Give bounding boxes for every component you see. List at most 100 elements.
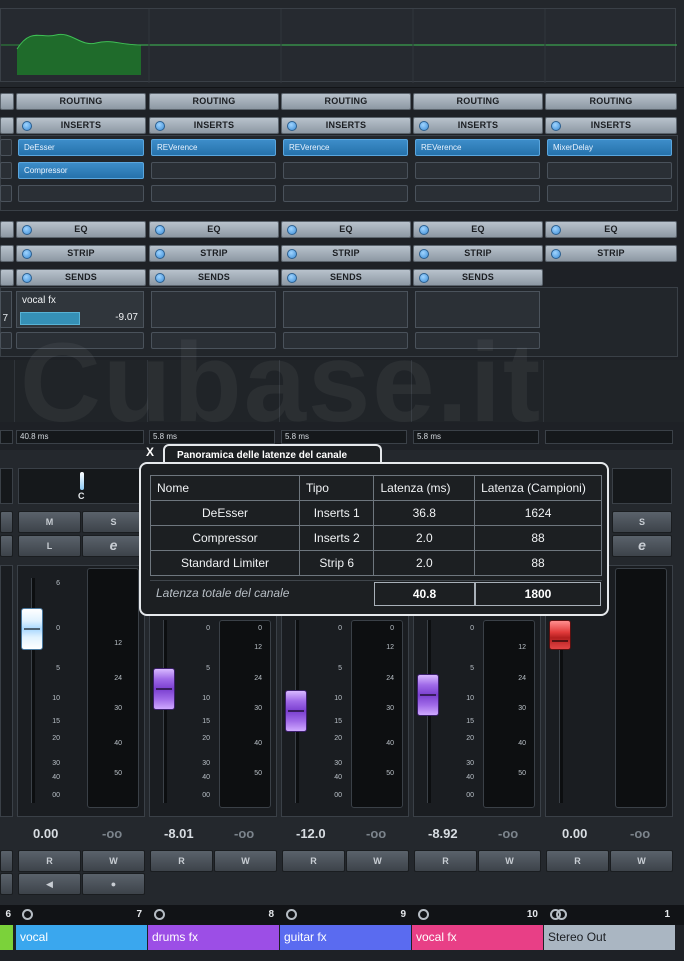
channel-name-vocal[interactable]: vocal xyxy=(16,925,147,950)
insert-slot-compressor[interactable]: Compressor xyxy=(18,162,144,179)
eq-header-3[interactable]: EQ xyxy=(281,221,411,238)
fader-value-vocalfx[interactable]: -8.92 xyxy=(428,826,458,841)
pan-control-stereo[interactable] xyxy=(612,468,672,504)
insert-slot[interactable] xyxy=(547,185,672,202)
insert-slot[interactable] xyxy=(0,185,12,202)
read-button[interactable]: R xyxy=(282,850,345,872)
strip-header-3[interactable]: STRIP xyxy=(281,245,411,262)
routing-header-5[interactable]: ROUTING xyxy=(545,93,677,110)
bypass-icon[interactable] xyxy=(22,225,32,235)
bypass-icon[interactable] xyxy=(287,121,297,131)
channel-name-vocal-fx[interactable]: vocal fx xyxy=(412,925,543,950)
solo-button[interactable]: S xyxy=(82,511,145,533)
inserts-header-5[interactable]: INSERTS xyxy=(545,117,677,134)
edit-button[interactable]: e xyxy=(82,535,145,557)
sends-header-0[interactable] xyxy=(0,269,14,286)
read-button-left[interactable] xyxy=(0,850,13,872)
strip-header-1[interactable]: STRIP xyxy=(16,245,146,262)
fader-value-stereo[interactable]: 0.00 xyxy=(562,826,587,841)
fader-handle[interactable] xyxy=(153,668,175,710)
fader-value-vocal[interactable]: 0.00 xyxy=(33,826,58,841)
insert-slot[interactable] xyxy=(151,162,276,179)
bypass-icon[interactable] xyxy=(419,273,429,283)
routing-header-1[interactable]: ROUTING xyxy=(16,93,146,110)
stereo-link-icon[interactable] xyxy=(556,909,567,920)
mute-button-left[interactable] xyxy=(0,511,13,533)
sends-header-2[interactable]: SENDS xyxy=(149,269,279,286)
send-slot-left[interactable]: 7 xyxy=(0,291,12,328)
insert-slot-reverence[interactable]: REVerence xyxy=(151,139,276,156)
bypass-icon[interactable] xyxy=(155,121,165,131)
channel-name-guitar-fx[interactable]: guitar fx xyxy=(280,925,411,950)
sends-header-3[interactable]: SENDS xyxy=(281,269,411,286)
edit-button-stereo[interactable]: e xyxy=(612,535,672,557)
close-icon[interactable]: X xyxy=(142,444,158,460)
fader-handle[interactable] xyxy=(417,674,439,716)
channel-name-stereo-out[interactable]: Stereo Out xyxy=(544,925,675,950)
fader-handle[interactable] xyxy=(21,608,43,650)
insert-slot[interactable] xyxy=(283,185,408,202)
inserts-header-0[interactable] xyxy=(0,117,14,134)
monitor-ring-icon[interactable] xyxy=(418,909,429,920)
bypass-icon[interactable] xyxy=(22,273,32,283)
read-button[interactable]: R xyxy=(546,850,609,872)
routing-header-3[interactable]: ROUTING xyxy=(281,93,411,110)
bypass-icon[interactable] xyxy=(155,225,165,235)
insert-slot[interactable] xyxy=(18,185,144,202)
bypass-icon[interactable] xyxy=(287,249,297,259)
sends-header-1[interactable]: SENDS xyxy=(16,269,146,286)
inserts-header-3[interactable]: INSERTS xyxy=(281,117,411,134)
insert-slot[interactable] xyxy=(0,139,12,156)
bypass-icon[interactable] xyxy=(287,273,297,283)
insert-slot[interactable] xyxy=(151,185,276,202)
mute-button[interactable]: M xyxy=(18,511,81,533)
fader-value-drums[interactable]: -8.01 xyxy=(164,826,194,841)
inserts-header-2[interactable]: INSERTS xyxy=(149,117,279,134)
bypass-icon[interactable] xyxy=(551,121,561,131)
eq-header-2[interactable]: EQ xyxy=(149,221,279,238)
bypass-icon[interactable] xyxy=(419,249,429,259)
channel-name-drums-fx[interactable]: drums fx xyxy=(148,925,279,950)
bypass-icon[interactable] xyxy=(155,273,165,283)
write-button[interactable]: W xyxy=(610,850,673,872)
read-button[interactable]: R xyxy=(18,850,81,872)
insert-slot[interactable] xyxy=(283,162,408,179)
fader-handle[interactable] xyxy=(285,690,307,732)
insert-slot-deesser[interactable]: DeEsser xyxy=(18,139,144,156)
insert-slot[interactable] xyxy=(415,162,540,179)
sends-header-4[interactable]: SENDS xyxy=(413,269,543,286)
listen-button-left[interactable] xyxy=(0,535,13,557)
write-button[interactable]: W xyxy=(478,850,541,872)
channel-name-left[interactable] xyxy=(0,925,13,950)
routing-header-2[interactable]: ROUTING xyxy=(149,93,279,110)
bypass-icon[interactable] xyxy=(419,225,429,235)
strip-header-4[interactable]: STRIP xyxy=(413,245,543,262)
insert-slot[interactable] xyxy=(0,162,12,179)
fader-handle[interactable] xyxy=(549,620,571,650)
fader-value-guitar[interactable]: -12.0 xyxy=(296,826,326,841)
listen-button[interactable]: L xyxy=(18,535,81,557)
inserts-header-4[interactable]: INSERTS xyxy=(413,117,543,134)
strip-header-5[interactable]: STRIP xyxy=(545,245,677,262)
solo-button-stereo[interactable]: S xyxy=(612,511,672,533)
bypass-icon[interactable] xyxy=(551,225,561,235)
eq-header-1[interactable]: EQ xyxy=(16,221,146,238)
insert-slot[interactable] xyxy=(547,162,672,179)
monitor-ring-icon[interactable] xyxy=(286,909,297,920)
insert-slot-reverence[interactable]: REVerence xyxy=(283,139,408,156)
strip-header-0[interactable] xyxy=(0,245,14,262)
write-button[interactable]: W xyxy=(82,850,145,872)
insert-slot-reverence[interactable]: REVerence xyxy=(415,139,540,156)
insert-slot[interactable] xyxy=(415,185,540,202)
read-button[interactable]: R xyxy=(414,850,477,872)
bypass-icon[interactable] xyxy=(551,249,561,259)
pan-control-vocal[interactable]: C xyxy=(18,468,144,504)
bypass-icon[interactable] xyxy=(22,249,32,259)
write-button[interactable]: W xyxy=(214,850,277,872)
routing-header-4[interactable]: ROUTING xyxy=(413,93,543,110)
write-button[interactable]: W xyxy=(346,850,409,872)
latency-field-drums[interactable]: 5.8 ms xyxy=(149,430,275,444)
read-button-left-2[interactable] xyxy=(0,873,13,895)
read-button[interactable]: R xyxy=(150,850,213,872)
inserts-header-1[interactable]: INSERTS xyxy=(16,117,146,134)
